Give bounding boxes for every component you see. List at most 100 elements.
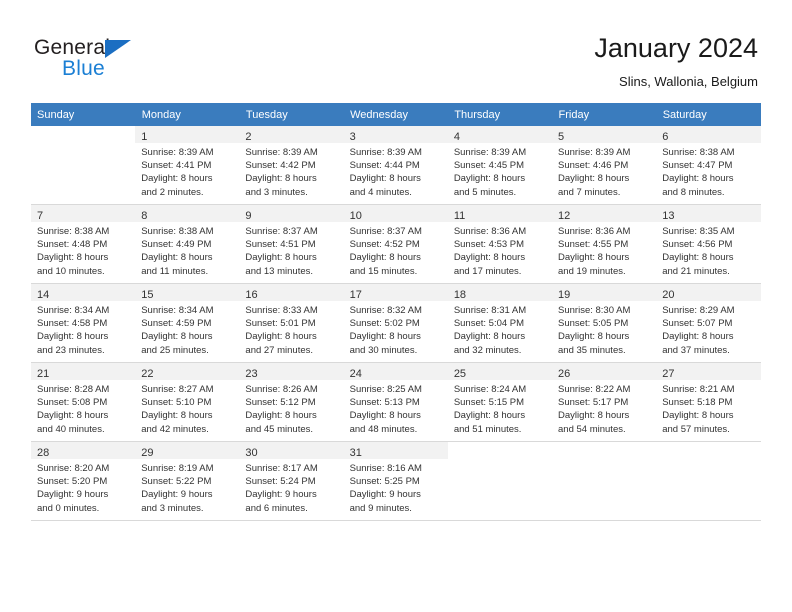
sunset-line: Sunset: 4:53 PM (453, 239, 525, 251)
sunset-line: Sunset: 4:55 PM (558, 239, 629, 251)
calendar-day-cell[interactable]: 25 Sunrise: 8:24 AM Sunset: 5:15 PM Dayligh… (447, 362, 553, 441)
sunset-line: Sunset: 4:42 PM (245, 160, 316, 172)
calendar-day-cell[interactable]: 18 Sunrise: 8:31 AM Sunset: 5:04 PM Dayligh… (447, 283, 553, 362)
calendar-day-cell[interactable]: 11 Sunrise: 8:36 AM Sunset: 4:53 PM Dayligh… (447, 204, 553, 283)
weekday-header-tuesday: Tuesday (239, 103, 345, 126)
day-number: 28 (37, 447, 50, 459)
calendar-day-cell[interactable]: 8 Sunrise: 8:38 AM Sunset: 4:49 PM Daylight… (135, 204, 240, 283)
sunset-line: Sunset: 4:52 PM (349, 239, 420, 251)
day-detail-lines: Sunrise: 8:30 AM Sunset: 5:05 PM Daylight:… (552, 301, 656, 357)
day-detail-lines: Sunrise: 8:20 AM Sunset: 5:20 PM Daylight:… (31, 459, 135, 515)
sunset-line: Sunset: 4:48 PM (37, 239, 108, 251)
calendar-day-cell[interactable]: 22 Sunrise: 8:27 AM Sunset: 5:10 PM Dayligh… (135, 362, 240, 441)
calendar-day-cell[interactable]: 14 Sunrise: 8:34 AM Sunset: 4:58 PM Dayligh… (31, 283, 136, 362)
day-detail-lines: Sunrise: 8:24 AM Sunset: 5:15 PM Daylight:… (448, 380, 552, 436)
daylight-line: Daylight: 8 hours (349, 173, 421, 185)
sunrise-line: Sunrise: 8:30 AM (558, 305, 631, 316)
calendar-day-cell (656, 441, 761, 520)
day-detail-lines: Sunrise: 8:39 AM Sunset: 4:44 PM Daylight:… (344, 143, 448, 199)
calendar-day-cell[interactable]: 24 Sunrise: 8:25 AM Sunset: 5:13 PM Dayligh… (343, 362, 448, 441)
calendar-day-cell[interactable]: 16 Sunrise: 8:33 AM Sunset: 5:01 PM Dayligh… (239, 283, 344, 362)
sunset-line: Sunset: 4:58 PM (37, 318, 108, 330)
day-cell-content: 8 Sunrise: 8:38 AM Sunset: 4:49 PM Daylight… (135, 205, 240, 282)
calendar-day-cell (31, 126, 136, 204)
day-number-bar: 17 (343, 284, 448, 301)
calendar-day-cell[interactable]: 30 Sunrise: 8:17 AM Sunset: 5:24 PM Dayligh… (239, 441, 344, 520)
daylight-line-cont: and 19 minutes. (558, 265, 626, 277)
calendar-day-cell[interactable]: 12 Sunrise: 8:36 AM Sunset: 4:55 PM Dayligh… (552, 204, 657, 283)
sunrise-line: Sunrise: 8:39 AM (349, 147, 422, 158)
day-detail-lines: Sunrise: 8:38 AM Sunset: 4:47 PM Daylight:… (656, 143, 760, 199)
calendar-day-cell[interactable]: 20 Sunrise: 8:29 AM Sunset: 5:07 PM Dayligh… (656, 283, 761, 362)
sunset-line: Sunset: 5:01 PM (245, 318, 316, 330)
calendar-day-cell[interactable]: 9 Sunrise: 8:37 AM Sunset: 4:51 PM Daylight… (239, 204, 344, 283)
day-detail-lines: Sunrise: 8:37 AM Sunset: 4:51 PM Daylight:… (239, 222, 343, 278)
daylight-line: Daylight: 8 hours (662, 410, 734, 422)
day-detail-lines: Sunrise: 8:38 AM Sunset: 4:49 PM Daylight:… (135, 222, 239, 278)
sunrise-line: Sunrise: 8:38 AM (662, 147, 735, 158)
daylight-line-cont: and 23 minutes. (37, 344, 105, 356)
calendar-day-cell[interactable]: 4 Sunrise: 8:39 AM Sunset: 4:45 PM Daylight… (447, 126, 553, 204)
weekday-header-sunday: Sunday (31, 103, 136, 126)
sunrise-line: Sunrise: 8:24 AM (453, 384, 527, 395)
calendar-day-cell (552, 441, 657, 520)
weekday-header-saturday: Saturday (656, 103, 762, 126)
calendar-day-cell[interactable]: 28 Sunrise: 8:20 AM Sunset: 5:20 PM Dayligh… (31, 441, 136, 520)
calendar-day-cell[interactable]: 26 Sunrise: 8:22 AM Sunset: 5:17 PM Dayligh… (552, 362, 657, 441)
sunrise-line: Sunrise: 8:25 AM (349, 384, 422, 395)
day-number-bar: 30 (239, 442, 344, 459)
calendar-day-cell[interactable]: 23 Sunrise: 8:26 AM Sunset: 5:12 PM Dayligh… (239, 362, 344, 441)
sunrise-line: Sunrise: 8:29 AM (662, 305, 735, 316)
calendar-day-cell[interactable]: 27 Sunrise: 8:21 AM Sunset: 5:18 PM Dayligh… (656, 362, 761, 441)
daylight-line: Daylight: 8 hours (453, 252, 526, 264)
day-cell-content: 24 Sunrise: 8:25 AM Sunset: 5:13 PM Dayligh… (343, 363, 448, 440)
weekday-header-monday: Monday (135, 103, 240, 126)
day-number: 5 (558, 131, 565, 143)
calendar-day-cell[interactable]: 6 Sunrise: 8:38 AM Sunset: 4:47 PM Daylight… (656, 126, 761, 204)
day-number: 26 (558, 368, 571, 380)
day-number-bar: 25 (447, 363, 553, 380)
sunrise-line: Sunrise: 8:34 AM (141, 305, 214, 316)
day-cell-content: 19 Sunrise: 8:30 AM Sunset: 5:05 PM Dayligh… (552, 284, 657, 361)
day-number-bar: 9 (239, 205, 344, 222)
calendar-day-cell[interactable]: 10 Sunrise: 8:37 AM Sunset: 4:52 PM Dayligh… (343, 204, 448, 283)
day-cell-content: 9 Sunrise: 8:37 AM Sunset: 4:51 PM Daylight… (239, 205, 344, 282)
day-number-bar: 3 (343, 126, 448, 143)
calendar-day-cell[interactable]: 15 Sunrise: 8:34 AM Sunset: 4:59 PM Dayligh… (135, 283, 240, 362)
sunset-line: Sunset: 5:13 PM (349, 397, 420, 409)
calendar-day-cell[interactable]: 21 Sunrise: 8:28 AM Sunset: 5:08 PM Dayligh… (31, 362, 136, 441)
day-detail-lines: Sunrise: 8:37 AM Sunset: 4:52 PM Daylight:… (344, 222, 448, 278)
day-cell-content (31, 126, 135, 203)
daylight-line-cont: and 7 minutes. (558, 186, 621, 198)
daylight-line-cont: and 54 minutes. (558, 423, 626, 435)
day-number: 3 (349, 131, 356, 143)
calendar-day-cell[interactable]: 1 Sunrise: 8:39 AM Sunset: 4:41 PM Daylight… (135, 126, 240, 204)
calendar-day-cell[interactable]: 7 Sunrise: 8:38 AM Sunset: 4:48 PM Daylight… (31, 204, 136, 283)
sunrise-line: Sunrise: 8:17 AM (245, 463, 318, 474)
calendar-day-cell[interactable]: 29 Sunrise: 8:19 AM Sunset: 5:22 PM Dayligh… (135, 441, 240, 520)
day-number-bar: 12 (552, 205, 657, 222)
sunrise-line: Sunrise: 8:21 AM (662, 384, 735, 395)
day-cell-content: 31 Sunrise: 8:16 AM Sunset: 5:25 PM Dayligh… (343, 442, 448, 519)
sunrise-line: Sunrise: 8:37 AM (245, 226, 318, 237)
calendar-day-cell[interactable]: 19 Sunrise: 8:30 AM Sunset: 5:05 PM Dayligh… (552, 283, 657, 362)
calendar-day-cell[interactable]: 2 Sunrise: 8:39 AM Sunset: 4:42 PM Daylight… (239, 126, 344, 204)
sunrise-line: Sunrise: 8:35 AM (662, 226, 735, 237)
calendar-day-cell[interactable]: 17 Sunrise: 8:32 AM Sunset: 5:02 PM Dayligh… (343, 283, 448, 362)
calendar-day-cell[interactable]: 3 Sunrise: 8:39 AM Sunset: 4:44 PM Daylight… (343, 126, 448, 204)
day-cell-content: 20 Sunrise: 8:29 AM Sunset: 5:07 PM Dayligh… (656, 284, 761, 361)
sunset-line: Sunset: 4:46 PM (558, 160, 629, 172)
day-cell-content: 29 Sunrise: 8:19 AM Sunset: 5:22 PM Dayligh… (135, 442, 240, 519)
day-cell-content: 11 Sunrise: 8:36 AM Sunset: 4:53 PM Dayligh… (447, 205, 553, 282)
day-cell-content: 22 Sunrise: 8:27 AM Sunset: 5:10 PM Dayligh… (135, 363, 240, 440)
calendar-day-cell[interactable]: 5 Sunrise: 8:39 AM Sunset: 4:46 PM Daylight… (552, 126, 657, 204)
day-cell-content (656, 442, 760, 519)
day-number-bar: 13 (656, 205, 761, 222)
day-cell-content: 17 Sunrise: 8:32 AM Sunset: 5:02 PM Dayligh… (343, 284, 448, 361)
calendar-day-cell[interactable]: 31 Sunrise: 8:16 AM Sunset: 5:25 PM Dayligh… (343, 441, 448, 520)
day-number-bar: 4 (447, 126, 553, 143)
calendar-day-cell[interactable]: 13 Sunrise: 8:35 AM Sunset: 4:56 PM Dayligh… (656, 204, 761, 283)
day-number: 21 (37, 368, 50, 380)
sunset-line: Sunset: 5:04 PM (453, 318, 525, 330)
day-cell-content: 2 Sunrise: 8:39 AM Sunset: 4:42 PM Daylight… (239, 126, 344, 203)
